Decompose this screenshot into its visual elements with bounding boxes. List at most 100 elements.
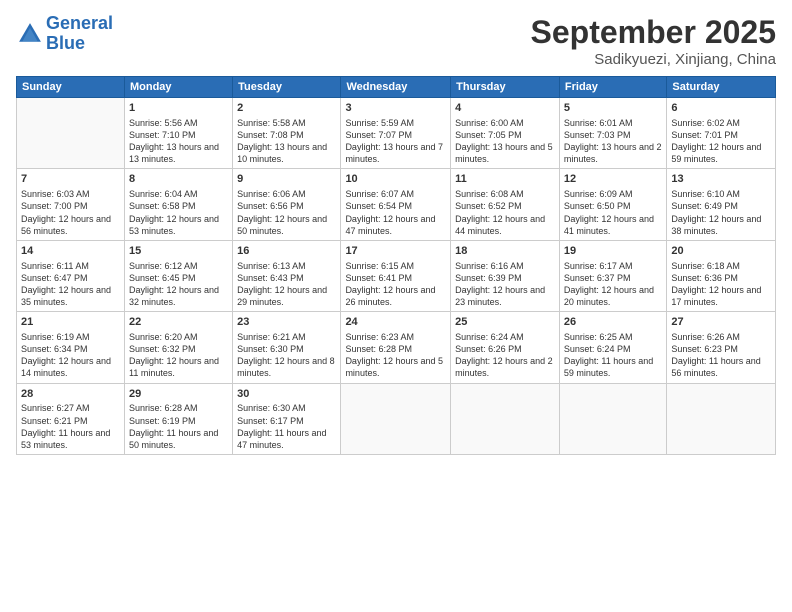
- calendar-day: 28Sunrise: 6:27 AMSunset: 6:21 PMDayligh…: [17, 383, 125, 454]
- day-info: Sunrise: 6:06 AMSunset: 6:56 PMDaylight:…: [237, 188, 336, 237]
- calendar-week-0: 1Sunrise: 5:56 AMSunset: 7:10 PMDaylight…: [17, 98, 776, 169]
- logo-line1: General: [46, 13, 113, 33]
- day-info: Sunrise: 6:24 AMSunset: 6:26 PMDaylight:…: [455, 331, 555, 380]
- day-number: 25: [455, 315, 555, 330]
- calendar-header-monday: Monday: [124, 77, 232, 98]
- day-number: 7: [21, 172, 120, 187]
- day-number: 14: [21, 244, 120, 259]
- day-info: Sunrise: 6:26 AMSunset: 6:23 PMDaylight:…: [671, 331, 771, 380]
- calendar-day: 19Sunrise: 6:17 AMSunset: 6:37 PMDayligh…: [559, 240, 666, 311]
- day-info: Sunrise: 6:25 AMSunset: 6:24 PMDaylight:…: [564, 331, 662, 380]
- calendar-week-1: 7Sunrise: 6:03 AMSunset: 7:00 PMDaylight…: [17, 169, 776, 240]
- calendar-week-3: 21Sunrise: 6:19 AMSunset: 6:34 PMDayligh…: [17, 312, 776, 383]
- day-number: 18: [455, 244, 555, 259]
- day-info: Sunrise: 6:19 AMSunset: 6:34 PMDaylight:…: [21, 331, 120, 380]
- day-info: Sunrise: 6:07 AMSunset: 6:54 PMDaylight:…: [345, 188, 446, 237]
- logo-text: General Blue: [46, 14, 113, 54]
- day-number: 16: [237, 244, 336, 259]
- day-info: Sunrise: 6:12 AMSunset: 6:45 PMDaylight:…: [129, 260, 228, 309]
- logo: General Blue: [16, 14, 113, 54]
- day-info: Sunrise: 6:23 AMSunset: 6:28 PMDaylight:…: [345, 331, 446, 380]
- day-info: Sunrise: 6:11 AMSunset: 6:47 PMDaylight:…: [21, 260, 120, 309]
- calendar-header-sunday: Sunday: [17, 77, 125, 98]
- day-number: 6: [671, 101, 771, 116]
- day-number: 23: [237, 315, 336, 330]
- day-info: Sunrise: 6:04 AMSunset: 6:58 PMDaylight:…: [129, 188, 228, 237]
- calendar-day: 6Sunrise: 6:02 AMSunset: 7:01 PMDaylight…: [667, 98, 776, 169]
- day-info: Sunrise: 6:16 AMSunset: 6:39 PMDaylight:…: [455, 260, 555, 309]
- day-number: 3: [345, 101, 446, 116]
- day-info: Sunrise: 6:15 AMSunset: 6:41 PMDaylight:…: [345, 260, 446, 309]
- calendar-day: 16Sunrise: 6:13 AMSunset: 6:43 PMDayligh…: [233, 240, 341, 311]
- calendar-day: 10Sunrise: 6:07 AMSunset: 6:54 PMDayligh…: [341, 169, 451, 240]
- day-info: Sunrise: 6:21 AMSunset: 6:30 PMDaylight:…: [237, 331, 336, 380]
- calendar-week-2: 14Sunrise: 6:11 AMSunset: 6:47 PMDayligh…: [17, 240, 776, 311]
- calendar-day: 5Sunrise: 6:01 AMSunset: 7:03 PMDaylight…: [559, 98, 666, 169]
- day-number: 30: [237, 387, 336, 402]
- day-number: 26: [564, 315, 662, 330]
- calendar-week-4: 28Sunrise: 6:27 AMSunset: 6:21 PMDayligh…: [17, 383, 776, 454]
- day-info: Sunrise: 6:27 AMSunset: 6:21 PMDaylight:…: [21, 402, 120, 451]
- day-info: Sunrise: 5:59 AMSunset: 7:07 PMDaylight:…: [345, 117, 446, 166]
- calendar-header-wednesday: Wednesday: [341, 77, 451, 98]
- day-number: 21: [21, 315, 120, 330]
- calendar-header-tuesday: Tuesday: [233, 77, 341, 98]
- calendar-day: 11Sunrise: 6:08 AMSunset: 6:52 PMDayligh…: [451, 169, 560, 240]
- calendar-day: [17, 98, 125, 169]
- calendar-day: 1Sunrise: 5:56 AMSunset: 7:10 PMDaylight…: [124, 98, 232, 169]
- calendar-day: [667, 383, 776, 454]
- day-info: Sunrise: 6:13 AMSunset: 6:43 PMDaylight:…: [237, 260, 336, 309]
- calendar-header-thursday: Thursday: [451, 77, 560, 98]
- calendar-day: 9Sunrise: 6:06 AMSunset: 6:56 PMDaylight…: [233, 169, 341, 240]
- day-info: Sunrise: 5:58 AMSunset: 7:08 PMDaylight:…: [237, 117, 336, 166]
- day-number: 24: [345, 315, 446, 330]
- day-number: 15: [129, 244, 228, 259]
- calendar-day: [559, 383, 666, 454]
- day-info: Sunrise: 6:08 AMSunset: 6:52 PMDaylight:…: [455, 188, 555, 237]
- calendar-day: 26Sunrise: 6:25 AMSunset: 6:24 PMDayligh…: [559, 312, 666, 383]
- day-number: 20: [671, 244, 771, 259]
- day-number: 2: [237, 101, 336, 116]
- day-info: Sunrise: 6:18 AMSunset: 6:36 PMDaylight:…: [671, 260, 771, 309]
- day-number: 28: [21, 387, 120, 402]
- calendar-day: 12Sunrise: 6:09 AMSunset: 6:50 PMDayligh…: [559, 169, 666, 240]
- page: General Blue September 2025 Sadikyuezi, …: [0, 0, 792, 612]
- day-number: 5: [564, 101, 662, 116]
- location: Sadikyuezi, Xinjiang, China: [531, 51, 776, 68]
- calendar-day: 17Sunrise: 6:15 AMSunset: 6:41 PMDayligh…: [341, 240, 451, 311]
- calendar-day: [451, 383, 560, 454]
- day-number: 27: [671, 315, 771, 330]
- calendar-day: 14Sunrise: 6:11 AMSunset: 6:47 PMDayligh…: [17, 240, 125, 311]
- day-info: Sunrise: 6:28 AMSunset: 6:19 PMDaylight:…: [129, 402, 228, 451]
- calendar-day: 13Sunrise: 6:10 AMSunset: 6:49 PMDayligh…: [667, 169, 776, 240]
- day-number: 17: [345, 244, 446, 259]
- calendar-day: 29Sunrise: 6:28 AMSunset: 6:19 PMDayligh…: [124, 383, 232, 454]
- day-number: 11: [455, 172, 555, 187]
- day-number: 22: [129, 315, 228, 330]
- calendar-day: 3Sunrise: 5:59 AMSunset: 7:07 PMDaylight…: [341, 98, 451, 169]
- day-number: 13: [671, 172, 771, 187]
- header: General Blue September 2025 Sadikyuezi, …: [16, 14, 776, 68]
- day-number: 1: [129, 101, 228, 116]
- day-info: Sunrise: 6:01 AMSunset: 7:03 PMDaylight:…: [564, 117, 662, 166]
- calendar-day: 20Sunrise: 6:18 AMSunset: 6:36 PMDayligh…: [667, 240, 776, 311]
- day-info: Sunrise: 6:00 AMSunset: 7:05 PMDaylight:…: [455, 117, 555, 166]
- day-info: Sunrise: 6:10 AMSunset: 6:49 PMDaylight:…: [671, 188, 771, 237]
- calendar-day: 22Sunrise: 6:20 AMSunset: 6:32 PMDayligh…: [124, 312, 232, 383]
- day-info: Sunrise: 5:56 AMSunset: 7:10 PMDaylight:…: [129, 117, 228, 166]
- logo-line2: Blue: [46, 33, 85, 53]
- title-block: September 2025 Sadikyuezi, Xinjiang, Chi…: [531, 14, 776, 68]
- calendar-day: 27Sunrise: 6:26 AMSunset: 6:23 PMDayligh…: [667, 312, 776, 383]
- day-number: 10: [345, 172, 446, 187]
- calendar-day: 15Sunrise: 6:12 AMSunset: 6:45 PMDayligh…: [124, 240, 232, 311]
- logo-icon: [16, 20, 44, 48]
- day-info: Sunrise: 6:03 AMSunset: 7:00 PMDaylight:…: [21, 188, 120, 237]
- calendar-day: 8Sunrise: 6:04 AMSunset: 6:58 PMDaylight…: [124, 169, 232, 240]
- day-info: Sunrise: 6:02 AMSunset: 7:01 PMDaylight:…: [671, 117, 771, 166]
- calendar-header-row: SundayMondayTuesdayWednesdayThursdayFrid…: [17, 77, 776, 98]
- day-number: 29: [129, 387, 228, 402]
- calendar-day: 30Sunrise: 6:30 AMSunset: 6:17 PMDayligh…: [233, 383, 341, 454]
- calendar-header-saturday: Saturday: [667, 77, 776, 98]
- day-info: Sunrise: 6:30 AMSunset: 6:17 PMDaylight:…: [237, 402, 336, 451]
- calendar-day: 18Sunrise: 6:16 AMSunset: 6:39 PMDayligh…: [451, 240, 560, 311]
